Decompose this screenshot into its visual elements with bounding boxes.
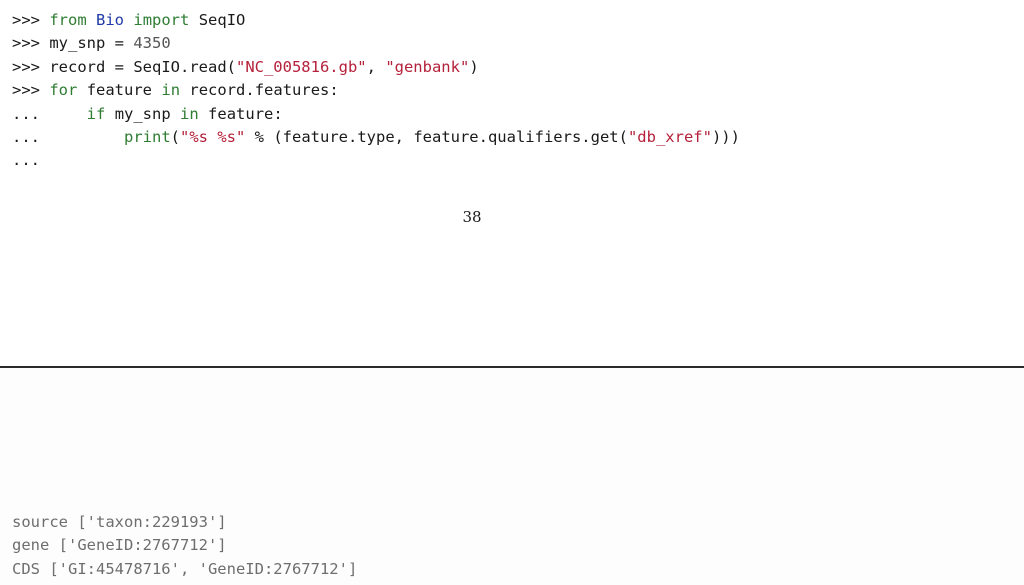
loop-var: feature [86,81,153,100]
keyword-in: in [161,81,181,100]
prompt: ... [12,127,40,146]
open-paren: ( [170,127,181,146]
keyword-from: from [49,11,87,29]
module-name: Bio [96,11,125,29]
code-line-for-loop: >>> for feature in record.features: [12,79,740,102]
format-string: "%s %s" [180,127,246,146]
keyword-import: import [133,11,190,29]
prompt: ... [12,104,40,123]
import-name: SeqIO [198,11,246,29]
code-line-assign-snp: >>> my_snp = 4350 [12,32,740,55]
close-paren: ) [469,57,479,76]
prompt: ... [12,151,40,170]
prompt: >>> [12,57,40,76]
string-db-xref: "db_xref" [627,127,712,146]
if-var: my_snp [114,104,171,123]
if-rest: feature: [208,104,283,123]
output-line-source: source ['taxon:229193'] [12,513,227,531]
builtin-print: print [124,127,171,146]
string-filename: "NC_005816.gb" [235,57,367,76]
assign-lhs: my_snp = [49,34,134,53]
number-literal: 4350 [133,34,171,53]
code-block: >>> from Bio import SeqIO >>> my_snp = 43… [12,9,740,173]
code-line-print: ... print("%s %s" % (feature.type, featu… [12,126,740,149]
read-call: record = SeqIO.read( [49,57,236,76]
loop-iterable: record.features: [189,81,339,100]
string-format: "genbank" [385,57,470,76]
page-top: >>> from Bio import SeqIO >>> my_snp = 43… [0,0,1024,366]
arg-separator: , [366,57,386,76]
keyword-in: in [180,104,199,123]
code-line-read-record: >>> record = SeqIO.read("NC_005816.gb", … [12,56,740,79]
output-block: source ['taxon:229193'] gene ['GeneID:276… [12,511,357,581]
output-line-gene: gene ['GeneID:2767712'] [12,536,227,555]
prompt: >>> [12,34,40,53]
keyword-if: if [86,104,106,123]
page-number: 38 [462,208,482,226]
code-line-if: ... if my_snp in feature: [12,103,740,126]
percent-operator: % [245,127,274,146]
code-line-import: >>> from Bio import SeqIO [12,9,740,32]
keyword-for: for [49,81,78,100]
code-line-continuation: ... [12,149,740,172]
output-line-cds: CDS ['GI:45478716', 'GeneID:2767712'] [12,559,358,578]
prompt: >>> [12,11,40,29]
print-args: (feature.type, feature.qualifiers.get( [273,127,628,146]
prompt: >>> [12,81,40,100]
close-parens: ))) [711,127,740,146]
